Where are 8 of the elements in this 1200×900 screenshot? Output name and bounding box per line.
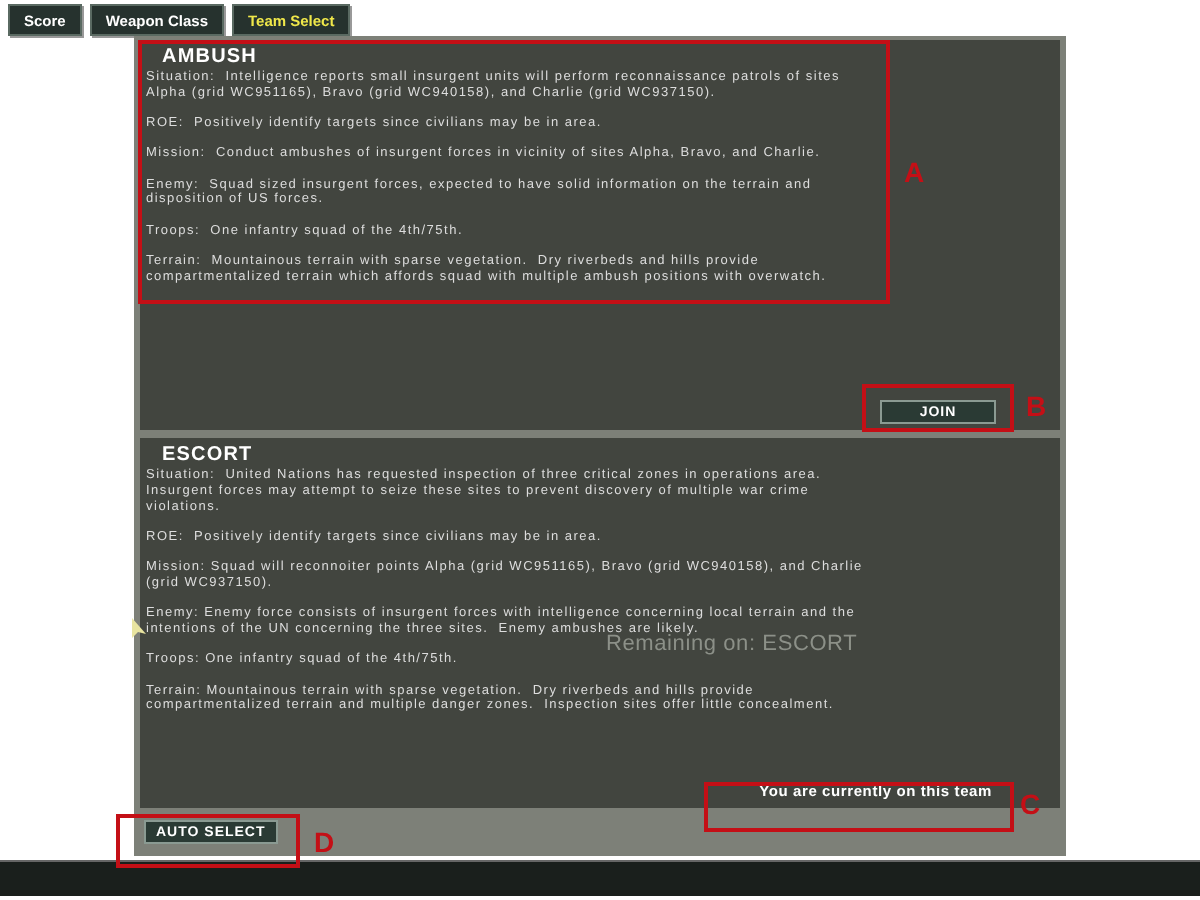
annotation-letter: B: [1026, 390, 1047, 422]
annotation-letter: A: [904, 156, 925, 188]
mission-title: AMBUSH: [160, 46, 259, 70]
mission-title: ESCORT: [160, 444, 255, 468]
annotation-letter: D: [314, 826, 335, 858]
annotation-letter: C: [1020, 788, 1041, 820]
tooltip-text: Remaining on: ESCORT: [606, 632, 858, 656]
cursor-icon: [132, 618, 148, 640]
